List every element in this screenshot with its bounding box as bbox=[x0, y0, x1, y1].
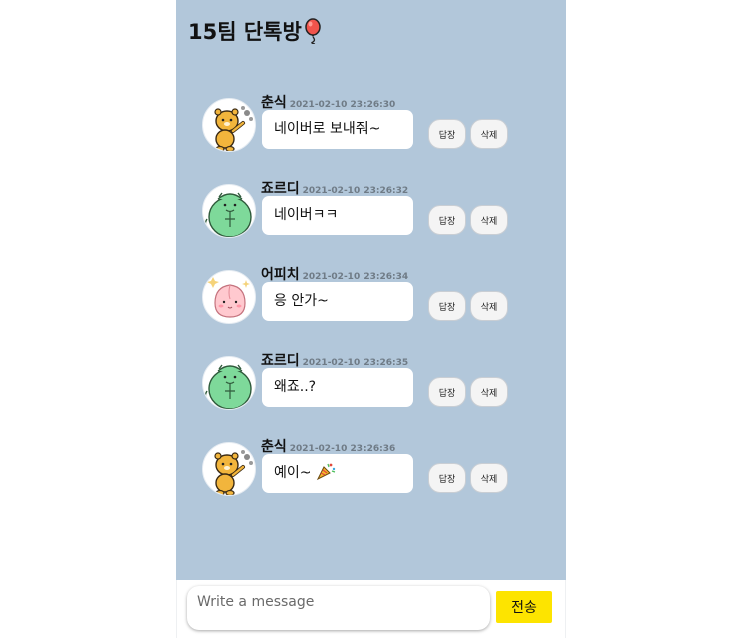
message-bubble: 응 안가~ bbox=[262, 282, 413, 321]
message-item: 춘식 2021-02-10 23:26:30 네이버로 보내줘~ 답장 삭제 bbox=[202, 92, 542, 164]
message-text: 응 안가~ bbox=[274, 293, 329, 309]
message-timestamp: 2021-02-10 23:26:32 bbox=[302, 186, 409, 196]
message-bubble: 네이버로 보내줘~ bbox=[262, 110, 413, 149]
message-sender: 춘식 2021-02-10 23:26:36 bbox=[261, 436, 395, 456]
message-item: 죠르디 2021-02-10 23:26:35 왜죠..? 답장 삭제 bbox=[202, 350, 542, 422]
party-popper-icon bbox=[316, 463, 336, 481]
message-timestamp: 2021-02-10 23:26:35 bbox=[302, 358, 409, 368]
message-item: 춘식 2021-02-10 23:26:36 예이~ 답장 삭제 bbox=[202, 436, 542, 508]
message-text: 왜죠..? bbox=[274, 379, 317, 395]
jordy-avatar bbox=[202, 184, 256, 238]
sender-name: 죠르디 bbox=[261, 353, 300, 369]
sender-name: 춘식 bbox=[261, 95, 287, 111]
message-text: 네이버로 보내줘~ bbox=[274, 121, 381, 137]
sender-name: 어피치 bbox=[261, 267, 300, 283]
message-composer: 전송 bbox=[176, 580, 566, 638]
reply-button[interactable]: 답장 bbox=[428, 119, 466, 149]
reply-button[interactable]: 답장 bbox=[428, 291, 466, 321]
message-timestamp: 2021-02-10 23:26:36 bbox=[289, 444, 396, 454]
message-text: 네이버ㅋㅋ bbox=[274, 207, 339, 223]
reply-button[interactable]: 답장 bbox=[428, 463, 466, 493]
message-bubble: 네이버ㅋㅋ bbox=[262, 196, 413, 235]
delete-button[interactable]: 삭제 bbox=[470, 119, 508, 149]
message-sender: 어피치 2021-02-10 23:26:34 bbox=[261, 264, 408, 284]
chunsik-avatar bbox=[202, 98, 256, 152]
apeach-avatar bbox=[202, 270, 256, 324]
message-sender: 죠르디 2021-02-10 23:26:35 bbox=[261, 350, 408, 370]
chat-room-panel: 15팀 단톡방 춘식 2021-02-10 23:26:30 네이버로 보내줘~… bbox=[176, 0, 566, 580]
sender-name: 죠르디 bbox=[261, 181, 300, 197]
delete-button[interactable]: 삭제 bbox=[470, 377, 508, 407]
message-input[interactable] bbox=[187, 586, 490, 630]
message-bubble: 왜죠..? bbox=[262, 368, 413, 407]
message-item: 죠르디 2021-02-10 23:26:32 네이버ㅋㅋ 답장 삭제 bbox=[202, 178, 542, 250]
balloon-icon bbox=[305, 18, 321, 44]
delete-button[interactable]: 삭제 bbox=[470, 291, 508, 321]
delete-button[interactable]: 삭제 bbox=[470, 463, 508, 493]
reply-button[interactable]: 답장 bbox=[428, 205, 466, 235]
room-header: 15팀 단톡방 bbox=[188, 16, 323, 46]
sender-name: 춘식 bbox=[261, 439, 287, 455]
message-sender: 춘식 2021-02-10 23:26:30 bbox=[261, 92, 395, 112]
send-button[interactable]: 전송 bbox=[496, 591, 552, 623]
reply-button[interactable]: 답장 bbox=[428, 377, 466, 407]
message-sender: 죠르디 2021-02-10 23:26:32 bbox=[261, 178, 408, 198]
delete-button[interactable]: 삭제 bbox=[470, 205, 508, 235]
jordy-avatar bbox=[202, 356, 256, 410]
chunsik-avatar bbox=[202, 442, 256, 496]
message-timestamp: 2021-02-10 23:26:34 bbox=[302, 272, 409, 282]
message-text: 예이~ bbox=[274, 465, 312, 481]
message-bubble: 예이~ bbox=[262, 454, 413, 493]
message-item: 어피치 2021-02-10 23:26:34 응 안가~ 답장 삭제 bbox=[202, 264, 542, 336]
room-title: 15팀 단톡방 bbox=[188, 20, 302, 44]
message-timestamp: 2021-02-10 23:26:30 bbox=[289, 100, 396, 110]
